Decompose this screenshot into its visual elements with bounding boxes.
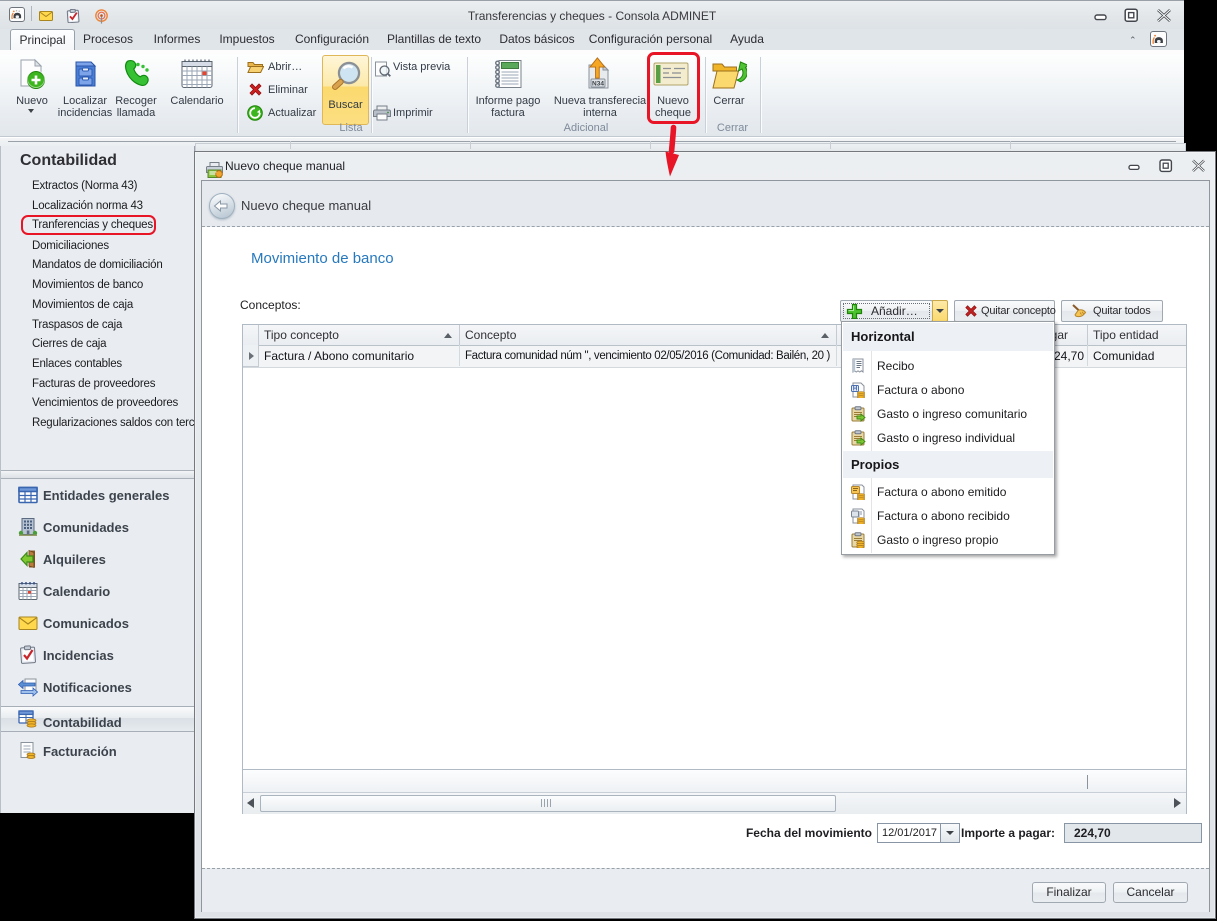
svg-text:H: H [853, 387, 857, 393]
svg-text:N34: N34 [592, 81, 604, 88]
